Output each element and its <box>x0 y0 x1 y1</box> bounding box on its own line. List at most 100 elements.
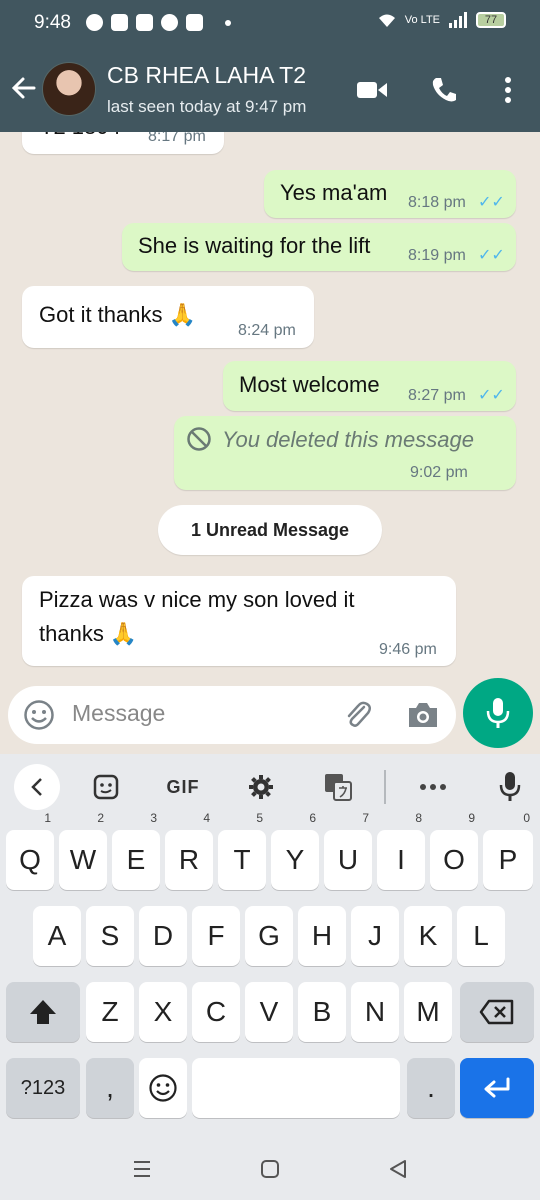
key-x[interactable]: X <box>139 982 187 1042</box>
notification-icons <box>86 14 231 31</box>
key-i[interactable]: I8 <box>377 812 425 890</box>
message-text: Yes ma'am <box>280 180 388 205</box>
message-input[interactable]: Message <box>72 700 165 727</box>
key-k[interactable]: K <box>404 906 452 966</box>
home-button[interactable] <box>256 1154 284 1184</box>
key-o[interactable]: O9 <box>430 812 478 890</box>
recent-apps-button[interactable] <box>128 1154 156 1184</box>
read-receipt-icon: ✓✓ <box>478 194 505 211</box>
message-bubble-incoming[interactable]: T2 1804 8:17 pm <box>22 132 224 154</box>
shift-key[interactable] <box>6 982 80 1042</box>
emoji-key[interactable] <box>139 1058 187 1118</box>
more-toolbar-button[interactable] <box>416 768 450 806</box>
translate-icon <box>325 774 352 801</box>
message-time: 9:46 pm <box>379 641 437 658</box>
sticker-button[interactable] <box>88 768 124 806</box>
last-seen-status: last seen today at 9:47 pm <box>107 97 307 116</box>
enter-key[interactable] <box>460 1058 534 1118</box>
contact-avatar[interactable] <box>42 62 96 116</box>
message-time: 8:27 pm <box>408 387 466 404</box>
sticker-icon <box>93 774 119 800</box>
symbols-key[interactable]: ?123 <box>6 1058 80 1118</box>
camera-icon[interactable] <box>406 700 440 730</box>
key-p[interactable]: P0 <box>483 812 533 890</box>
more-horizontal-icon <box>420 784 446 790</box>
read-receipt-icon: ✓✓ <box>478 387 505 404</box>
voice-typing-button[interactable] <box>494 768 526 806</box>
deleted-message-bubble[interactable]: You deleted this message 9:02 pm <box>174 416 516 490</box>
gif-button[interactable]: GIF <box>158 768 208 806</box>
deleted-message-text: You deleted this message <box>222 427 474 452</box>
comma-key[interactable]: , <box>86 1058 134 1118</box>
message-bubble-outgoing[interactable]: Most welcome 8:27 pm ✓✓ <box>223 361 516 411</box>
attachment-icon[interactable] <box>342 699 374 731</box>
message-composer[interactable]: Message <box>8 686 456 744</box>
keyboard-settings-button[interactable] <box>244 768 278 806</box>
key-b[interactable]: B <box>298 982 346 1042</box>
translate-button[interactable] <box>320 768 356 806</box>
key-q[interactable]: Q1 <box>6 812 54 890</box>
backspace-key[interactable] <box>460 982 534 1042</box>
home-icon <box>261 1160 279 1178</box>
app-notification-icon <box>136 14 153 31</box>
period-key[interactable]: . <box>407 1058 455 1118</box>
key-j[interactable]: J <box>351 906 399 966</box>
key-w[interactable]: W2 <box>59 812 107 890</box>
message-text: Most welcome <box>239 372 380 397</box>
message-bubble-outgoing[interactable]: Yes ma'am 8:18 pm ✓✓ <box>264 170 516 218</box>
read-receipt-icon: ✓✓ <box>478 247 505 264</box>
message-text-line: thanks 🙏 <box>39 621 138 646</box>
message-time: 8:19 pm <box>408 247 466 264</box>
voice-call-icon <box>432 78 456 102</box>
more-notifications-dot <box>225 19 231 26</box>
key-c[interactable]: C <box>192 982 240 1042</box>
status-time: 9:48 <box>34 12 71 33</box>
key-u[interactable]: U7 <box>324 812 372 890</box>
message-bubble-incoming[interactable]: Got it thanks 🙏 8:24 pm <box>22 286 314 348</box>
key-h[interactable]: H <box>298 906 346 966</box>
key-s[interactable]: S <box>86 906 134 966</box>
collapse-toolbar-button[interactable] <box>14 764 60 810</box>
keyboard-toolbar: GIF <box>0 754 540 820</box>
message-time: 8:17 pm <box>148 132 206 145</box>
message-time: 8:24 pm <box>238 322 296 339</box>
key-r[interactable]: R4 <box>165 812 213 890</box>
key-y[interactable]: Y6 <box>271 812 319 890</box>
more-options-button[interactable] <box>492 74 524 106</box>
chevron-left-icon <box>31 778 42 796</box>
back-button[interactable] <box>384 1154 412 1184</box>
key-n[interactable]: N <box>351 982 399 1042</box>
key-l[interactable]: L <box>457 906 505 966</box>
key-e[interactable]: E3 <box>112 812 160 890</box>
back-arrow-icon[interactable] <box>10 74 38 102</box>
voice-message-button[interactable] <box>463 678 533 748</box>
app-notification-icon <box>111 14 128 31</box>
video-call-icon <box>357 82 387 98</box>
unread-messages-divider: 1 Unread Message <box>158 505 382 555</box>
space-key[interactable] <box>192 1058 400 1118</box>
voice-call-button[interactable] <box>428 74 460 106</box>
key-d[interactable]: D <box>139 906 187 966</box>
message-bubble-incoming[interactable]: Pizza was v nice my son loved it thanks … <box>22 576 456 666</box>
key-g[interactable]: G <box>245 906 293 966</box>
chat-header: CB RHEA LAHA T2 last seen today at 9:47 … <box>0 48 540 132</box>
shift-arrow-icon <box>30 1000 56 1024</box>
backspace-icon <box>479 999 514 1025</box>
microphone-icon <box>499 772 521 801</box>
key-a[interactable]: A <box>33 906 81 966</box>
battery-icon: 77 <box>476 12 506 28</box>
contact-name[interactable]: CB RHEA LAHA T2 <box>107 62 306 89</box>
key-z[interactable]: Z <box>86 982 134 1042</box>
emoji-icon[interactable] <box>23 699 55 731</box>
message-bubble-outgoing[interactable]: She is waiting for the lift 8:19 pm ✓✓ <box>122 223 516 271</box>
status-bar: 9:48 Vo LTE 77 <box>0 0 540 48</box>
settings-notification-icon <box>86 14 103 31</box>
video-call-button[interactable] <box>356 74 388 106</box>
key-t[interactable]: T5 <box>218 812 266 890</box>
key-v[interactable]: V <box>245 982 293 1042</box>
key-f[interactable]: F <box>192 906 240 966</box>
wifi-icon <box>378 14 395 27</box>
chat-area[interactable]: T2 1804 8:17 pm Yes ma'am 8:18 pm ✓✓ She… <box>0 132 540 754</box>
onscreen-keyboard: GIF Q1 W2 E3 R4 T5 Y6 U7 I8 O9 P0 A S D … <box>0 754 540 1138</box>
key-m[interactable]: M <box>404 982 452 1042</box>
